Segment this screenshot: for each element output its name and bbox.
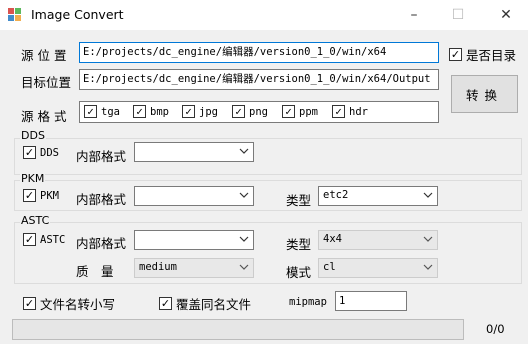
check-icon: ✓ bbox=[23, 297, 36, 310]
chevron-down-icon bbox=[239, 236, 249, 242]
check-icon: ✓ bbox=[282, 105, 295, 118]
chevron-down-icon bbox=[423, 192, 433, 198]
astc-type-select[interactable]: 4x4 bbox=[318, 230, 438, 250]
app-icon bbox=[8, 8, 21, 21]
pkm-internal-label: 内部格式 bbox=[76, 192, 127, 207]
dds-checkbox[interactable]: ✓ DDS bbox=[23, 146, 59, 159]
source-format-label: 源 格 式 bbox=[21, 109, 67, 124]
progress-bar bbox=[12, 319, 464, 340]
check-icon: ✓ bbox=[23, 146, 36, 159]
title-bar: Image Convert – ☐ ✕ bbox=[0, 0, 528, 30]
maximize-icon: ☐ bbox=[451, 7, 465, 23]
format-ppm[interactable]: ✓ ppm bbox=[282, 105, 318, 118]
is-dir-checkbox[interactable]: ✓ 是否目录 bbox=[449, 45, 516, 64]
astc-type-value: 4x4 bbox=[323, 233, 342, 245]
minimize-icon: – bbox=[410, 7, 418, 23]
overwrite-label: 覆盖同名文件 bbox=[176, 297, 252, 312]
dds-checkbox-label: DDS bbox=[40, 146, 59, 159]
astc-internal-select[interactable] bbox=[134, 230, 254, 250]
is-dir-check-icon: ✓ bbox=[449, 48, 462, 61]
target-dir-input[interactable]: E:/projects/dc_engine/编辑器/version0_1_0/w… bbox=[79, 69, 439, 90]
check-icon: ✓ bbox=[23, 189, 36, 202]
check-icon: ✓ bbox=[133, 105, 146, 118]
convert-button[interactable]: 转换 bbox=[451, 75, 518, 113]
chevron-down-icon bbox=[239, 192, 249, 198]
mipmap-label: mipmap bbox=[289, 296, 327, 308]
astc-quality-label: 质 量 bbox=[76, 264, 114, 279]
target-dir-value: E:/projects/dc_engine/编辑器/version0_1_0/w… bbox=[83, 73, 431, 85]
format-bmp[interactable]: ✓ bmp bbox=[133, 105, 169, 118]
dds-internal-label: 内部格式 bbox=[76, 149, 127, 164]
check-icon: ✓ bbox=[159, 297, 172, 310]
target-dir-label: 目标位置 bbox=[21, 75, 72, 90]
minimize-button[interactable]: – bbox=[392, 0, 436, 30]
format-png[interactable]: ✓ png bbox=[232, 105, 268, 118]
check-icon: ✓ bbox=[84, 105, 97, 118]
source-dir-input[interactable]: E:/projects/dc_engine/编辑器/version0_1_0/w… bbox=[79, 42, 439, 63]
source-dir-label: 源 位 置 bbox=[21, 48, 67, 63]
source-format-list: ✓ tga ✓ bmp ✓ jpg ✓ png ✓ ppm ✓ hdr bbox=[79, 101, 439, 123]
chevron-down-icon bbox=[423, 264, 433, 270]
is-dir-label: 是否目录 bbox=[466, 48, 517, 63]
mipmap-input[interactable]: 1 bbox=[335, 291, 407, 311]
check-icon: ✓ bbox=[232, 105, 245, 118]
pkm-type-value: etc2 bbox=[323, 189, 349, 201]
close-icon: ✕ bbox=[500, 7, 512, 23]
check-icon: ✓ bbox=[182, 105, 195, 118]
mipmap-value: 1 bbox=[339, 295, 346, 307]
format-hdr[interactable]: ✓ hdr bbox=[332, 105, 368, 118]
astc-checkbox[interactable]: ✓ ASTC bbox=[23, 233, 65, 246]
astc-group-title: ASTC bbox=[20, 214, 51, 227]
pkm-type-label: 类型 bbox=[286, 193, 312, 208]
dds-internal-select[interactable] bbox=[134, 142, 254, 162]
lowercase-label: 文件名转小写 bbox=[40, 297, 116, 312]
check-icon: ✓ bbox=[23, 233, 36, 246]
pkm-checkbox[interactable]: ✓ PKM bbox=[23, 189, 59, 202]
astc-quality-select[interactable]: medium bbox=[134, 258, 254, 278]
format-jpg[interactable]: ✓ jpg bbox=[182, 105, 218, 118]
pkm-type-select[interactable]: etc2 bbox=[318, 186, 438, 206]
check-icon: ✓ bbox=[332, 105, 345, 118]
lowercase-checkbox[interactable]: ✓ 文件名转小写 bbox=[23, 294, 115, 313]
window-title: Image Convert bbox=[31, 7, 124, 22]
format-png-label: png bbox=[249, 105, 268, 118]
convert-button-label: 转换 bbox=[465, 87, 503, 103]
overwrite-checkbox[interactable]: ✓ 覆盖同名文件 bbox=[159, 294, 251, 313]
astc-internal-label: 内部格式 bbox=[76, 236, 127, 251]
astc-mode-label: 模式 bbox=[286, 265, 312, 280]
format-bmp-label: bmp bbox=[150, 105, 169, 118]
format-jpg-label: jpg bbox=[199, 105, 218, 118]
astc-quality-value: medium bbox=[139, 261, 177, 273]
chevron-down-icon bbox=[239, 264, 249, 270]
progress-text: 0/0 bbox=[486, 322, 505, 336]
pkm-checkbox-label: PKM bbox=[40, 189, 59, 202]
maximize-button[interactable]: ☐ bbox=[436, 0, 480, 30]
astc-checkbox-label: ASTC bbox=[40, 233, 66, 246]
format-tga[interactable]: ✓ tga bbox=[84, 105, 120, 118]
astc-mode-value: cl bbox=[323, 261, 336, 273]
pkm-group-title: PKM bbox=[20, 172, 46, 185]
format-hdr-label: hdr bbox=[349, 105, 368, 118]
astc-mode-select[interactable]: cl bbox=[318, 258, 438, 278]
format-ppm-label: ppm bbox=[299, 105, 318, 118]
close-button[interactable]: ✕ bbox=[484, 0, 528, 30]
astc-type-label: 类型 bbox=[286, 237, 312, 252]
source-dir-value: E:/projects/dc_engine/编辑器/version0_1_0/w… bbox=[83, 46, 387, 58]
chevron-down-icon bbox=[239, 148, 249, 154]
chevron-down-icon bbox=[423, 236, 433, 242]
pkm-internal-select[interactable] bbox=[134, 186, 254, 206]
format-tga-label: tga bbox=[101, 105, 120, 118]
dds-group-title: DDS bbox=[20, 129, 46, 142]
